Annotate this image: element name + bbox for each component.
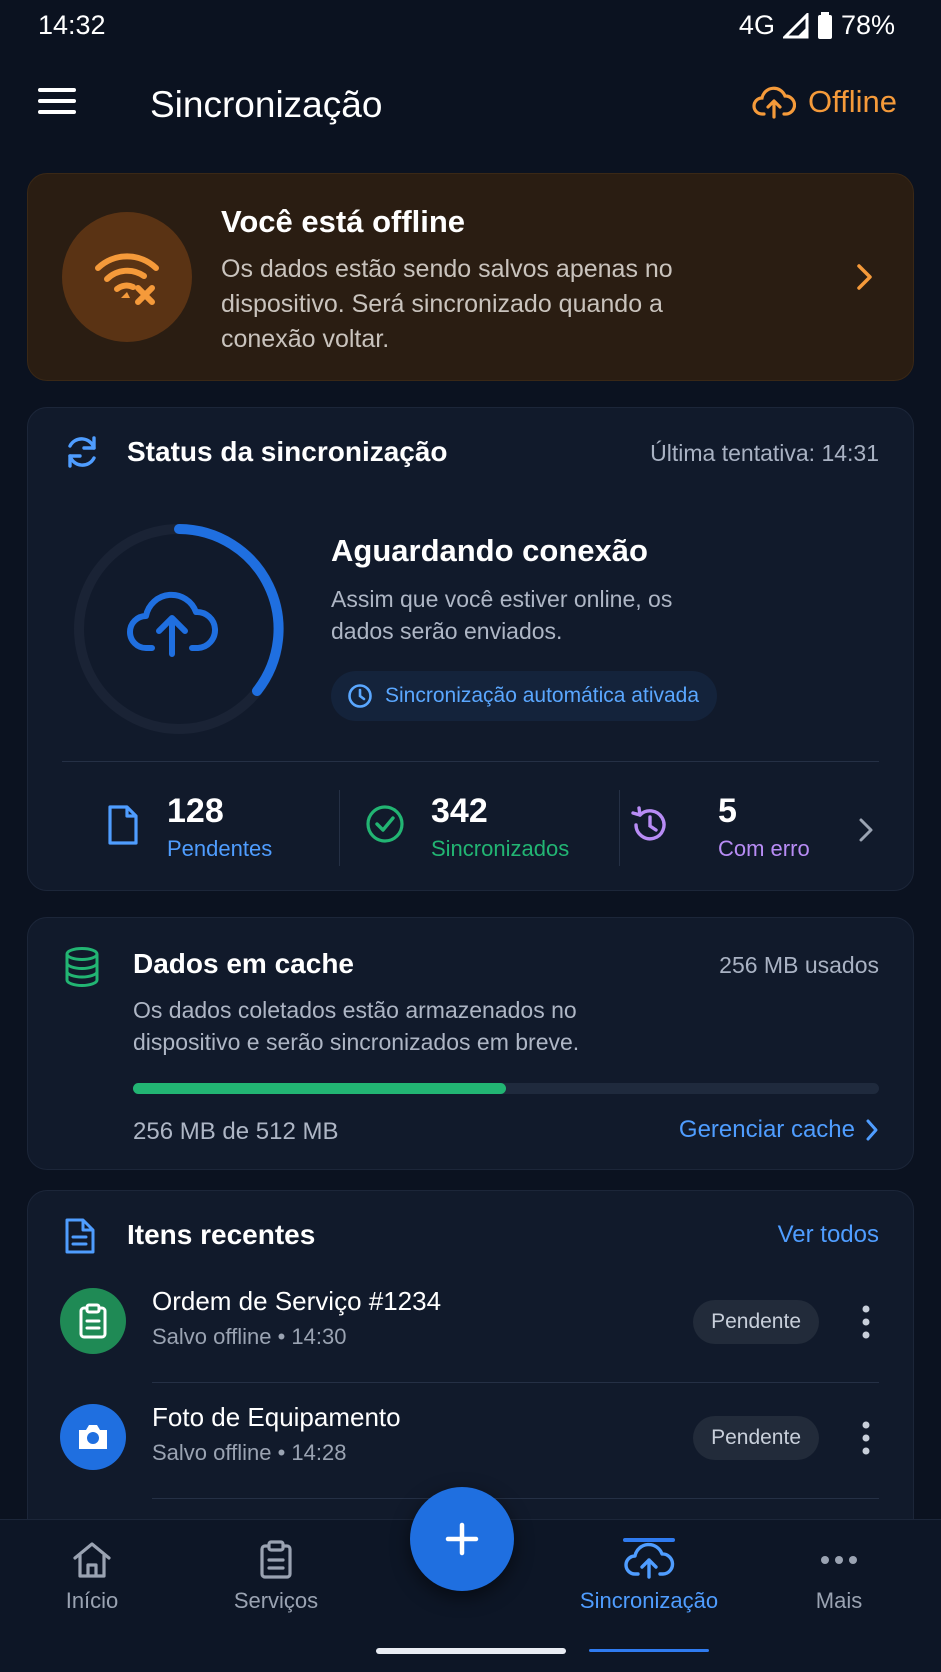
battery-icon xyxy=(817,11,832,39)
wifi-off-icon xyxy=(95,253,159,305)
stat-pending-value: 128 xyxy=(167,792,224,830)
cloud-upload-icon xyxy=(752,86,796,119)
status-badge: Pendente xyxy=(693,1416,819,1460)
cloud-upload-icon xyxy=(624,1542,675,1579)
chevron-right-icon xyxy=(857,264,872,290)
nav-label: Sincronização xyxy=(579,1588,719,1613)
auto-sync-badge: Sincronização automática ativada xyxy=(331,671,718,721)
page-title: Sincronização xyxy=(150,84,383,125)
list-item[interactable]: Ordem de Serviço #1234 Salvo offline • 1… xyxy=(28,1268,915,1376)
signal-icon xyxy=(782,12,809,38)
item-avatar xyxy=(60,1288,126,1354)
status-badge: Pendente xyxy=(693,1300,819,1344)
active-underline xyxy=(589,1649,709,1652)
status-bar: 14:32 4G 78% xyxy=(0,0,941,54)
item-subtitle: Salvo offline • 14:30 xyxy=(152,1324,347,1349)
clock-icon xyxy=(348,684,372,708)
stat-pending-label: Pendentes xyxy=(167,836,273,861)
cache-title: Dados em cache xyxy=(133,948,354,979)
banner-title: Você está offline xyxy=(221,204,466,239)
app-bar: Sincronização Offline xyxy=(0,70,941,144)
add-button[interactable] xyxy=(410,1487,514,1591)
stat-error-label: Com erro xyxy=(718,836,810,861)
document-list-icon xyxy=(65,1218,95,1254)
sync-state-text: Assim que você estiver online, os dados … xyxy=(331,586,673,644)
cache-card: Dados em cache 256 MB usados Os dados co… xyxy=(27,917,914,1170)
plus-icon xyxy=(445,1522,479,1556)
history-icon xyxy=(631,806,666,841)
camera-icon xyxy=(79,1425,107,1449)
sync-status-title: Status da sincronização xyxy=(127,436,448,467)
divider xyxy=(339,790,340,866)
check-circle-icon xyxy=(366,805,404,843)
item-title: Foto de Equipamento xyxy=(152,1402,401,1432)
stat-error-value: 5 xyxy=(718,792,737,830)
sync-progress-ring xyxy=(66,516,292,742)
nav-item-sincronizacao[interactable]: Sincronização xyxy=(574,1538,724,1652)
more-icon xyxy=(821,1556,857,1564)
manage-cache-link[interactable]: Gerenciar cache xyxy=(679,1116,879,1144)
wifi-off-badge xyxy=(62,212,192,342)
nav-label: Mais xyxy=(815,1588,863,1613)
stat-synced-label: Sincronizados xyxy=(431,836,570,861)
divider xyxy=(619,790,620,866)
cache-text: Os dados coletados estão armazenados no … xyxy=(133,997,580,1055)
divider xyxy=(152,1382,879,1383)
stat-synced[interactable]: 342 Sincronizados xyxy=(365,792,585,868)
hamburger-icon xyxy=(38,88,76,114)
chevron-right-icon xyxy=(866,1119,878,1141)
nav-label: Serviços xyxy=(233,1588,319,1613)
cache-size: 256 MB de 512 MB xyxy=(133,1118,339,1145)
database-icon xyxy=(65,947,99,988)
recent-items-title: Itens recentes xyxy=(127,1219,316,1250)
offline-banner[interactable]: Você está offline Os dados estão sendo s… xyxy=(27,173,914,381)
sync-state-title: Aguardando conexão xyxy=(331,533,648,568)
battery-level: 78% xyxy=(840,10,895,40)
auto-sync-label: Sincronização automática ativada xyxy=(385,684,700,707)
item-avatar xyxy=(60,1404,126,1470)
connection-status-label: Offline xyxy=(807,84,897,119)
status-time: 14:32 xyxy=(38,10,106,40)
clipboard-icon xyxy=(260,1540,292,1579)
network-label: 4G xyxy=(738,10,775,40)
status-icons: 4G 78% xyxy=(739,10,895,41)
sync-status-card: Status da sincronização Última tentativa… xyxy=(27,407,914,891)
cache-used: 256 MB usados xyxy=(719,952,879,978)
chevron-right-icon[interactable] xyxy=(857,816,875,844)
cloud-upload-icon xyxy=(127,591,219,657)
see-all-link[interactable]: Ver todos xyxy=(778,1221,879,1249)
last-attempt: Última tentativa: 14:31 xyxy=(650,440,879,466)
divider xyxy=(152,1498,879,1499)
connection-status[interactable]: Offline xyxy=(752,84,897,120)
active-indicator xyxy=(623,1538,675,1542)
stat-pending[interactable]: 128 Pendentes xyxy=(106,792,306,868)
menu-button[interactable] xyxy=(38,86,84,126)
nav-item-servicos[interactable]: Serviços xyxy=(201,1540,351,1640)
more-vertical-icon[interactable] xyxy=(861,1420,871,1456)
banner-text: Os dados estão sendo salvos apenas no di… xyxy=(221,255,673,353)
more-vertical-icon[interactable] xyxy=(861,1304,871,1340)
document-icon xyxy=(108,805,138,845)
item-title: Ordem de Serviço #1234 xyxy=(152,1286,442,1316)
home-indicator xyxy=(376,1648,566,1654)
item-subtitle: Salvo offline • 14:28 xyxy=(152,1440,347,1465)
nav-item-mais[interactable]: Mais xyxy=(764,1540,914,1640)
cache-usage-bar xyxy=(133,1083,879,1094)
sync-icon xyxy=(68,436,96,468)
clipboard-icon xyxy=(79,1303,107,1339)
list-item[interactable]: Foto de Equipamento Salvo offline • 14:2… xyxy=(28,1384,915,1492)
nav-label: Início xyxy=(65,1588,119,1613)
divider xyxy=(62,761,879,762)
nav-item-inicio[interactable]: Início xyxy=(17,1540,167,1640)
home-icon xyxy=(73,1542,111,1578)
cache-usage-fill xyxy=(133,1083,506,1094)
stat-synced-value: 342 xyxy=(431,792,488,830)
manage-cache-label: Gerenciar cache xyxy=(678,1116,855,1143)
stat-error[interactable]: 5 Com erro xyxy=(628,792,810,868)
